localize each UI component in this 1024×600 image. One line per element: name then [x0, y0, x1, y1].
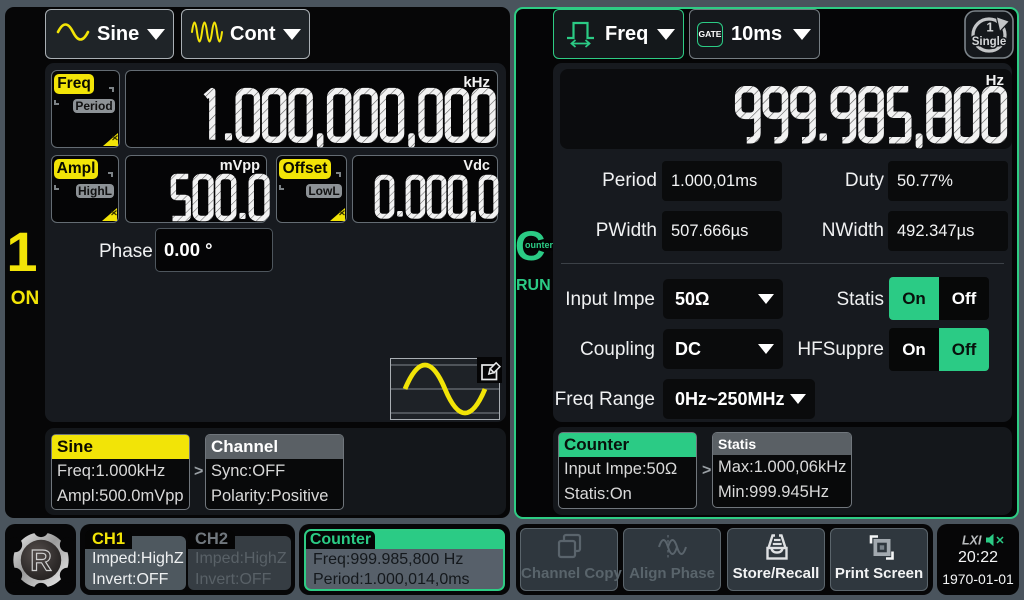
svg-text:LXI: LXI	[962, 534, 982, 548]
svg-text:1: 1	[986, 20, 993, 35]
svg-text:Single: Single	[972, 36, 1007, 48]
svg-text:R: R	[30, 545, 52, 578]
